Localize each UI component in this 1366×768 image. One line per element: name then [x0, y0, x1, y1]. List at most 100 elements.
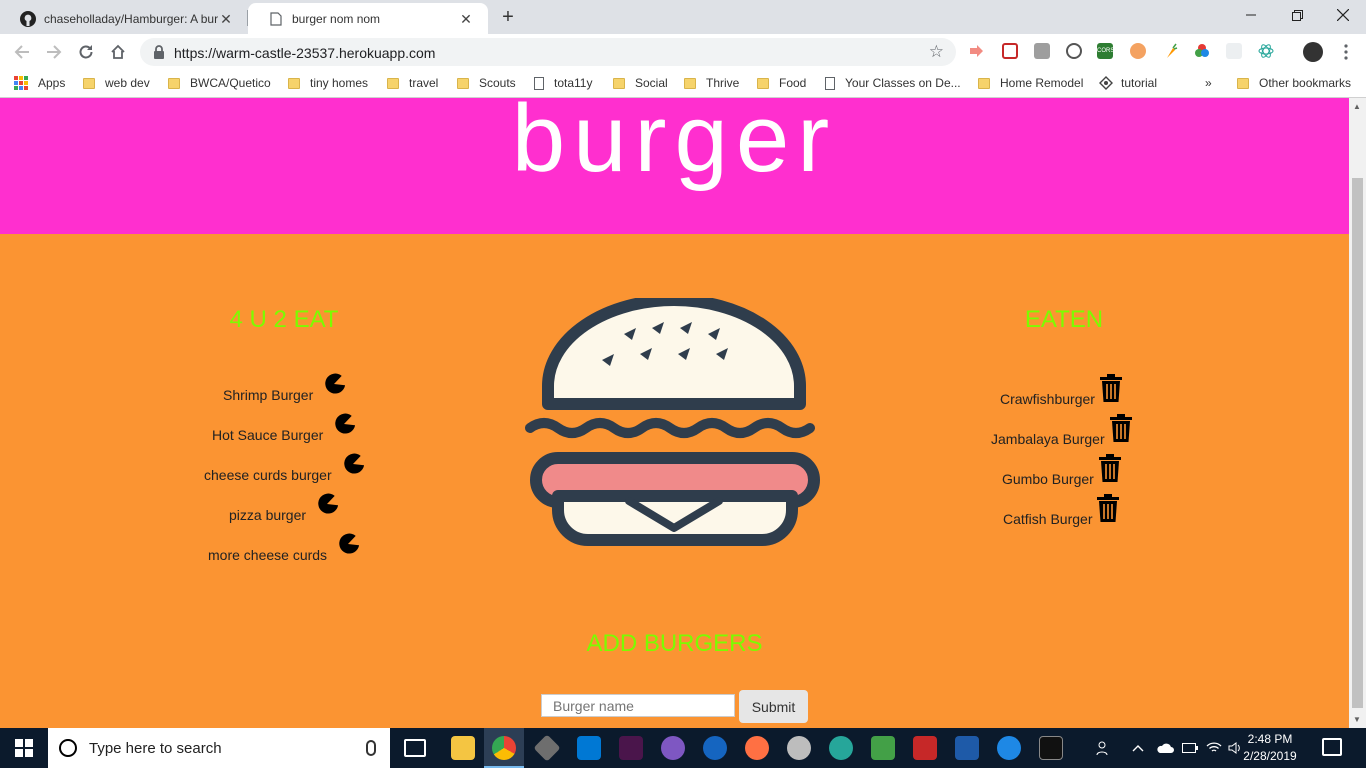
- tab-github[interactable]: chaseholladay/Hamburger: A bur ✕: [0, 3, 248, 34]
- restore-icon: [1291, 9, 1303, 21]
- start-button[interactable]: [0, 728, 48, 768]
- home-button[interactable]: [108, 42, 128, 62]
- bookmark-travel[interactable]: travel: [387, 76, 438, 90]
- bookmark-web-dev[interactable]: web dev: [83, 76, 150, 90]
- reload-button[interactable]: [76, 42, 96, 62]
- bookmark-star-icon[interactable]: ☆: [929, 42, 944, 62]
- system-clock[interactable]: 2:48 PM 2/28/2019: [1240, 731, 1300, 765]
- task-view-icon[interactable]: [404, 739, 426, 757]
- page-title: burger: [511, 98, 838, 192]
- bookmark-tiny-homes[interactable]: tiny homes: [288, 76, 368, 90]
- mongodb-icon[interactable]: [871, 736, 895, 760]
- zoom-icon[interactable]: [787, 736, 811, 760]
- eat-button[interactable]: [337, 533, 360, 558]
- forward-button[interactable]: [44, 42, 64, 62]
- notifications-icon[interactable]: [1322, 738, 1342, 756]
- submit-button[interactable]: Submit: [739, 690, 808, 723]
- extension-colors-icon[interactable]: [1194, 43, 1210, 59]
- bookmark-label: tutorial: [1121, 76, 1158, 90]
- git-kraken-icon[interactable]: [533, 734, 561, 762]
- postman-icon[interactable]: [745, 736, 769, 760]
- eat-button[interactable]: [316, 493, 339, 518]
- trash-icon: [1098, 454, 1121, 482]
- bookmark-apps[interactable]: Apps: [14, 76, 65, 90]
- back-button[interactable]: [12, 42, 32, 62]
- bookmark-home-remodel[interactable]: Home Remodel: [978, 76, 1083, 90]
- eaten-item: Jambalaya Burger: [991, 414, 1133, 455]
- overflow-chevron-icon: »: [1205, 76, 1212, 90]
- extension-gray-icon[interactable]: [1034, 43, 1050, 59]
- pacman-icon: [318, 493, 339, 514]
- extension-orange-icon[interactable]: [1130, 43, 1146, 59]
- eaten-item: Catfish Burger: [1003, 494, 1120, 535]
- taskbar-search[interactable]: Type here to search: [48, 728, 390, 768]
- bookmark-bwca-quetico[interactable]: BWCA/Quetico: [168, 76, 271, 90]
- github-desktop-icon[interactable]: [661, 736, 685, 760]
- microphone-icon[interactable]: [366, 740, 376, 756]
- eat-button[interactable]: [323, 373, 346, 398]
- vscode-icon[interactable]: [577, 736, 601, 760]
- tray-chevron-icon[interactable]: [1132, 728, 1144, 768]
- firefox-icon[interactable]: [703, 736, 727, 760]
- pacman-icon: [339, 533, 360, 554]
- burger-name-input[interactable]: [541, 694, 735, 717]
- close-tab-icon[interactable]: ✕: [218, 11, 234, 27]
- terminal-icon[interactable]: [1039, 736, 1063, 760]
- burger-name: pizza burger: [229, 506, 307, 523]
- eat-button[interactable]: [342, 453, 364, 478]
- edge-icon[interactable]: [997, 736, 1021, 760]
- extension-cors-icon[interactable]: CORS: [1097, 43, 1114, 59]
- close-tab-icon[interactable]: ✕: [458, 11, 474, 27]
- wifi-icon[interactable]: [1206, 728, 1222, 768]
- chrome-menu-button[interactable]: [1336, 42, 1356, 62]
- eat-button[interactable]: [333, 413, 356, 438]
- page-icon: [268, 11, 284, 27]
- windows-taskbar: Type here to search 2:48 PM 2/28/2019: [0, 728, 1366, 768]
- eaten-heading: EATEN: [1024, 306, 1104, 333]
- delete-button[interactable]: [1098, 453, 1122, 486]
- people-icon[interactable]: [1096, 728, 1112, 768]
- arrow-left-icon: [14, 45, 29, 59]
- pacman-icon: [325, 373, 346, 394]
- extension-pocket-icon[interactable]: [1002, 43, 1018, 59]
- tab-burger-nom-nom[interactable]: burger nom nom ✕: [248, 3, 488, 34]
- bookmark-thrive[interactable]: Thrive: [684, 76, 739, 90]
- scroll-up-arrow-icon[interactable]: ▲: [1353, 102, 1361, 111]
- scrollbar-thumb[interactable]: [1352, 178, 1363, 708]
- bookmark-food[interactable]: Food: [757, 76, 806, 90]
- scroll-down-arrow-icon[interactable]: ▼: [1353, 715, 1361, 724]
- delete-button[interactable]: [1109, 413, 1133, 446]
- bookmark-tota11y[interactable]: tota11y: [534, 76, 592, 90]
- new-tab-button[interactable]: +: [498, 7, 518, 27]
- delete-button[interactable]: [1099, 373, 1123, 406]
- bookmark-social[interactable]: Social: [613, 76, 668, 90]
- battery-icon[interactable]: [1182, 728, 1198, 768]
- close-window-button[interactable]: [1320, 0, 1366, 30]
- chrome-icon[interactable]: [492, 736, 516, 760]
- extension-arrow-icon[interactable]: [968, 43, 984, 59]
- atom-icon[interactable]: [829, 736, 853, 760]
- extension-carrot-icon[interactable]: [1162, 43, 1178, 59]
- bookmark-your-classes[interactable]: Your Classes on De...: [825, 76, 961, 90]
- page-scrollbar[interactable]: ▲ ▼: [1349, 98, 1366, 728]
- delete-button[interactable]: [1096, 493, 1120, 526]
- minimize-button[interactable]: [1228, 0, 1274, 30]
- profile-avatar[interactable]: [1303, 42, 1323, 62]
- add-burgers-heading: ADD BURGERS: [586, 630, 763, 657]
- extension-react-icon[interactable]: [1258, 43, 1274, 59]
- file-explorer-icon[interactable]: [451, 736, 475, 760]
- extension-circle-icon[interactable]: [1066, 43, 1082, 59]
- word-icon[interactable]: [955, 736, 979, 760]
- bookmark-tutorial[interactable]: tutorial: [1099, 76, 1157, 90]
- restore-button[interactable]: [1274, 0, 1320, 30]
- mcafee-icon[interactable]: [913, 736, 937, 760]
- bookmarks-overflow-button[interactable]: »: [1205, 76, 1212, 90]
- bookmark-label: BWCA/Quetico: [190, 76, 271, 90]
- address-bar[interactable]: https://warm-castle-23537.herokuapp.com …: [140, 38, 956, 66]
- onedrive-icon[interactable]: [1156, 728, 1174, 768]
- kebab-menu-icon: [1344, 44, 1348, 60]
- slack-icon[interactable]: [619, 736, 643, 760]
- bookmark-scouts[interactable]: Scouts: [457, 76, 516, 90]
- bookmark-other[interactable]: Other bookmarks: [1237, 76, 1351, 90]
- extension-blank-icon[interactable]: [1226, 43, 1242, 59]
